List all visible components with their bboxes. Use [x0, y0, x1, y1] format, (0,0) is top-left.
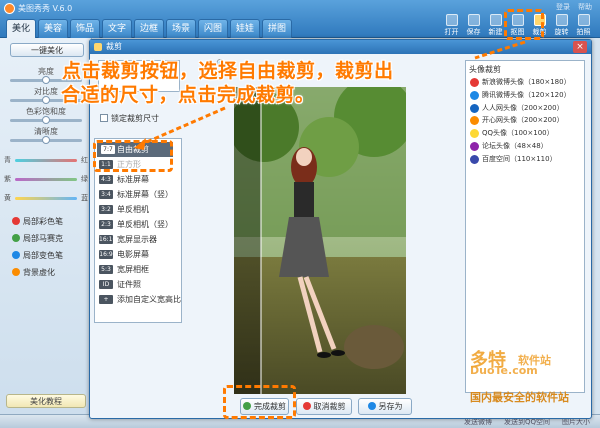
- instruction-line-2: 合适的尺寸，点击完成裁剪。: [61, 84, 315, 106]
- instruction-line-1: 点击裁剪按钮，选择自由裁剪，裁剪出: [62, 60, 394, 82]
- watermark-slogan: 国内最安全的软件站: [470, 391, 569, 404]
- watermark-site: DuoTe.com: [470, 364, 538, 377]
